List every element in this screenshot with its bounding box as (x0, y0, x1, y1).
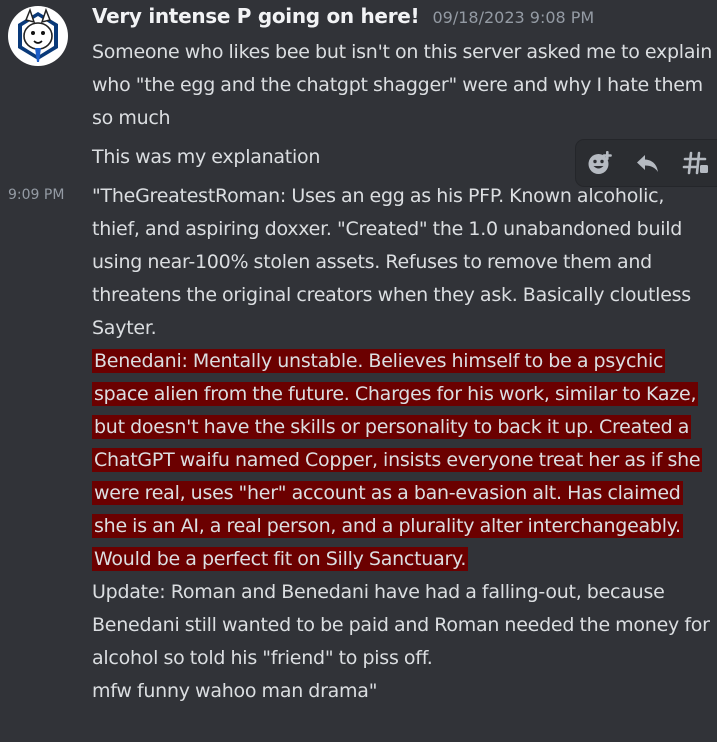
reply-icon (637, 155, 658, 172)
avatar[interactable] (8, 6, 68, 66)
paragraph-benedani: Benedani: Mentally unstable. Believes hi… (92, 345, 713, 576)
chat-message-area: Very intense P going on here! 09/18/2023… (0, 0, 717, 742)
quoted-explanation: "TheGreatestRoman: Uses an egg as his PF… (92, 180, 713, 708)
paragraph-update: Update: Roman and Benedani have had a fa… (92, 576, 713, 675)
hover-timestamp[interactable]: 9:09 PM (8, 187, 64, 203)
message-hover-toolbar (576, 140, 717, 186)
highlighted-text: Benedani: Mentally unstable. Believes hi… (92, 349, 703, 571)
paragraph-closing: mfw funny wahoo man drama" (92, 675, 713, 708)
paragraph-roman: "TheGreatestRoman: Uses an egg as his PF… (92, 180, 713, 345)
paragraph-text: Update: Roman and Benedani have had a fa… (92, 581, 710, 669)
paragraph-text: mfw funny wahoo man drama" (92, 680, 378, 702)
avatar-image (8, 6, 68, 66)
reply-button[interactable] (632, 147, 664, 179)
message-timestamp[interactable]: 09/18/2023 9:08 PM (432, 8, 594, 27)
create-thread-button[interactable] (680, 147, 712, 179)
message-text: Someone who likes bee but isn't on this … (92, 41, 713, 129)
paragraph-text: "TheGreatestRoman: Uses an egg as his PF… (92, 185, 691, 339)
add-reaction-icon (588, 151, 612, 174)
create-thread-icon (682, 151, 708, 175)
add-reaction-button[interactable] (584, 147, 616, 179)
message-header: Very intense P going on here! 09/18/2023… (92, 4, 594, 28)
username[interactable]: Very intense P going on here! (92, 4, 420, 28)
